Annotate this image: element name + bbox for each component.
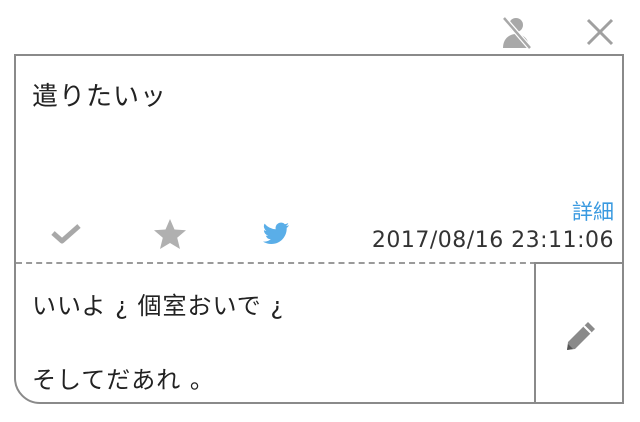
answer-line-1: いいよ ¿ 個室おいで ¿ — [32, 292, 285, 320]
anonymous-toggle-button[interactable] — [496, 12, 536, 52]
detail-link[interactable]: 詳細 — [572, 196, 614, 226]
question-card: 遣りたいッ 詳細 2017/08/16 23:11:06 いいよ ¿ 個室おいで… — [14, 54, 624, 404]
question-timestamp: 2017/08/16 23:11:06 — [371, 228, 614, 253]
close-button[interactable] — [580, 12, 620, 52]
edit-button[interactable] — [534, 262, 622, 402]
twitter-bird-icon — [263, 222, 289, 245]
check-icon — [51, 224, 81, 244]
favorite-button[interactable] — [148, 212, 192, 256]
answer-area[interactable]: いいよ ¿ 個室おいで ¿ そしてだあれ 。 — [16, 264, 534, 402]
question-text: 遣りたいッ — [32, 82, 168, 112]
close-x-icon — [586, 18, 614, 46]
check-button[interactable] — [44, 212, 88, 256]
answer-line-2: そしてだあれ 。 — [32, 366, 215, 394]
top-bar — [0, 0, 640, 54]
answer-screen: 遣りたいッ 詳細 2017/08/16 23:11:06 いいよ ¿ 個室おいで… — [0, 0, 640, 422]
anonymous-person-slash-icon — [502, 16, 532, 50]
star-icon — [154, 219, 186, 249]
twitter-share-button[interactable] — [254, 212, 298, 256]
pencil-icon — [567, 322, 595, 350]
